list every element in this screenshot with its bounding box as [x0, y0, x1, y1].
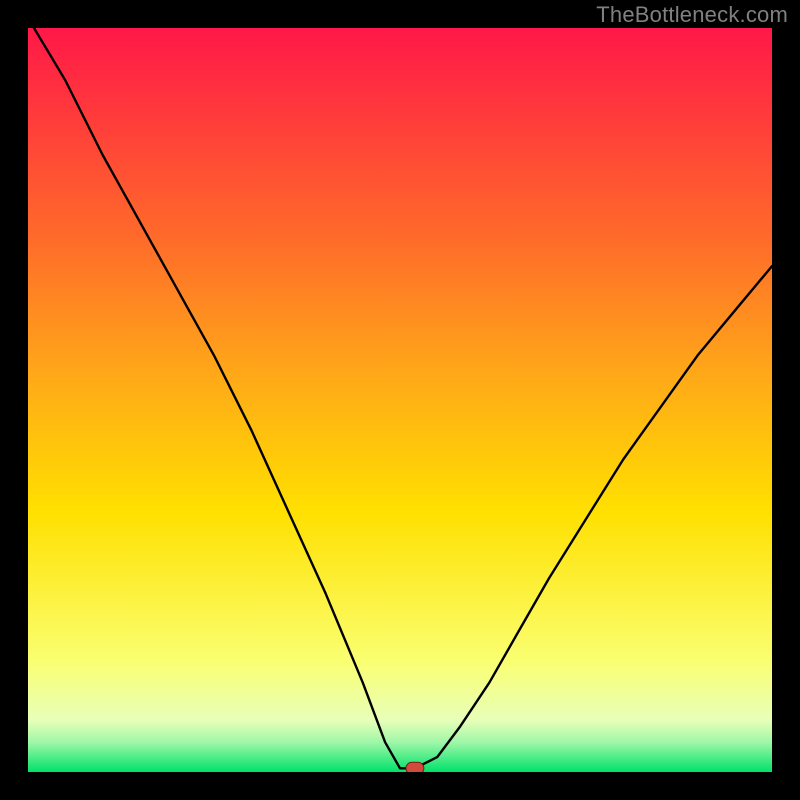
bottleneck-curve-chart	[28, 28, 772, 772]
chart-container: TheBottleneck.com	[0, 0, 800, 800]
watermark-text: TheBottleneck.com	[596, 2, 788, 28]
gradient-background	[28, 28, 772, 772]
optimal-point-marker	[406, 762, 424, 772]
plot-area	[28, 28, 772, 772]
